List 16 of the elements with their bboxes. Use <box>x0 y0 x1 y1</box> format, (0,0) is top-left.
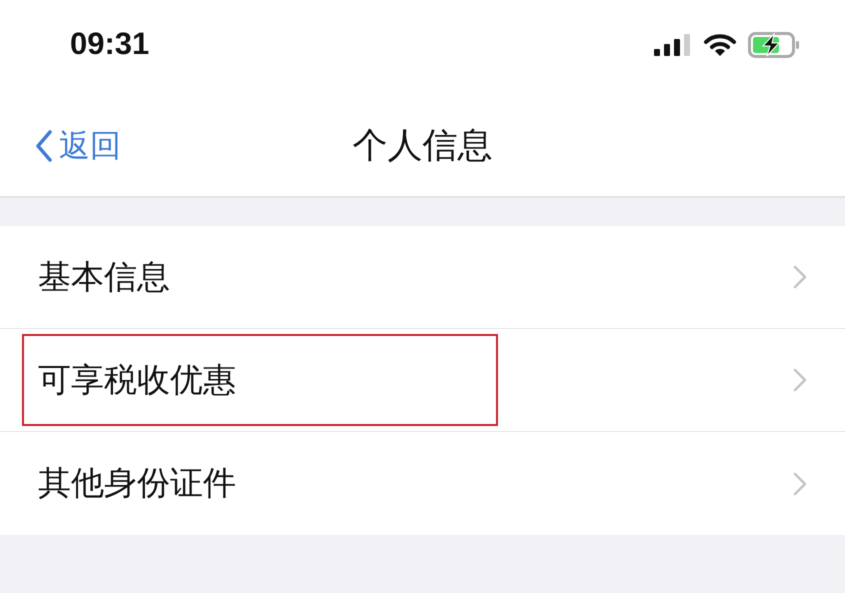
signal-icon <box>654 34 692 56</box>
menu-item-label: 可享税收优惠 <box>38 358 236 400</box>
wifi-icon <box>704 32 736 56</box>
back-label: 返回 <box>59 126 121 166</box>
status-time: 09:31 <box>70 26 150 62</box>
menu-item[interactable]: 基本信息 <box>0 226 845 329</box>
menu-item-label: 其他身份证件 <box>38 462 236 504</box>
menu-item[interactable]: 其他身份证件 <box>0 432 845 535</box>
chevron-right-icon <box>793 368 807 392</box>
chevron-right-icon <box>793 472 807 496</box>
back-button[interactable]: 返回 <box>0 124 121 166</box>
page-title: 个人信息 <box>352 125 492 168</box>
menu-item-label: 基本信息 <box>38 256 170 298</box>
chevron-left-icon <box>35 130 53 162</box>
menu-item[interactable]: 可享税收优惠 <box>0 329 845 432</box>
chevron-right-icon <box>793 265 807 289</box>
